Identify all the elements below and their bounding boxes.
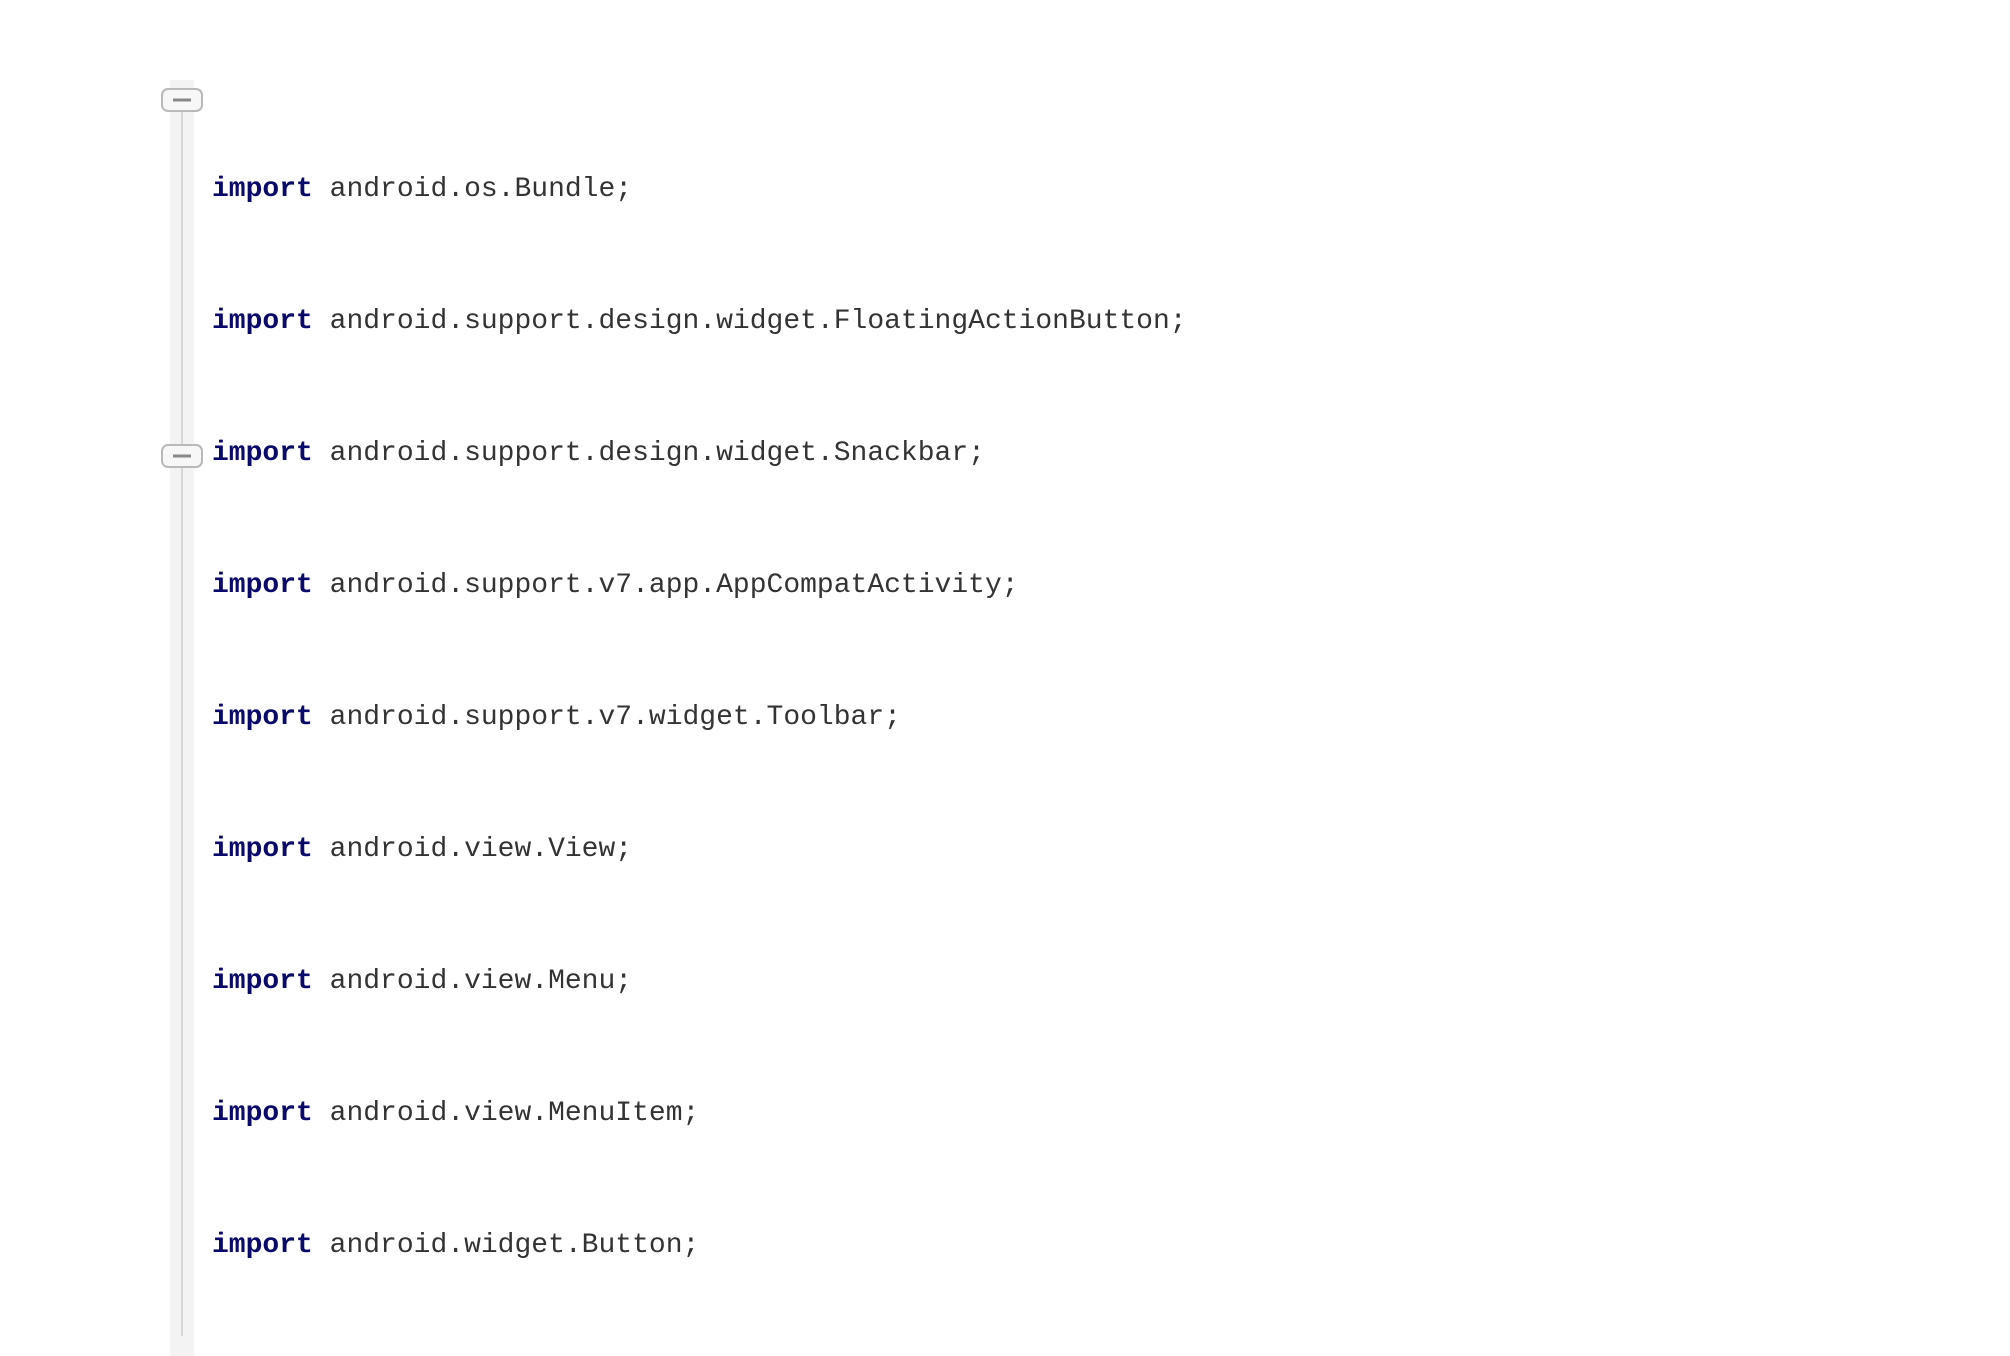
code-line: import android.os.Bundle; (212, 168, 1187, 212)
keyword-import: import (212, 966, 313, 997)
code-line: import android.support.design.widget.Flo… (212, 300, 1187, 344)
keyword-import: import (212, 174, 313, 205)
code-block[interactable]: import android.os.Bundle; import android… (194, 80, 1187, 1356)
import-path: android.support.v7.widget.Toolbar; (313, 702, 901, 733)
keyword-import: import (212, 702, 313, 733)
import-path: android.view.MenuItem; (313, 1098, 699, 1129)
import-path: android.support.design.widget.FloatingAc… (313, 306, 1187, 337)
code-line: import android.support.v7.widget.Toolbar… (212, 696, 1187, 740)
keyword-import: import (212, 438, 313, 469)
code-line: import android.view.Menu; (212, 960, 1187, 1004)
fold-guide-line (181, 100, 183, 1336)
code-line: import android.support.v7.app.AppCompatA… (212, 564, 1187, 608)
import-path: android.widget.Button; (313, 1230, 699, 1261)
import-path: android.support.v7.app.AppCompatActivity… (313, 570, 1019, 601)
keyword-import: import (212, 1230, 313, 1261)
import-path: android.view.Menu; (313, 966, 632, 997)
code-line: import android.view.View; (212, 828, 1187, 872)
code-line: import android.view.MenuItem; (212, 1092, 1187, 1136)
keyword-import: import (212, 1098, 313, 1129)
code-line: import android.support.design.widget.Sna… (212, 432, 1187, 476)
keyword-import: import (212, 834, 313, 865)
keyword-import: import (212, 570, 313, 601)
keyword-import: import (212, 306, 313, 337)
import-path: android.view.View; (313, 834, 632, 865)
import-path: android.support.design.widget.Snackbar; (313, 438, 985, 469)
folding-gutter (170, 80, 194, 1356)
code-line: import android.widget.Button; (212, 1224, 1187, 1268)
code-editor: import android.os.Bundle; import android… (170, 80, 1187, 1356)
import-path: android.os.Bundle; (313, 174, 632, 205)
